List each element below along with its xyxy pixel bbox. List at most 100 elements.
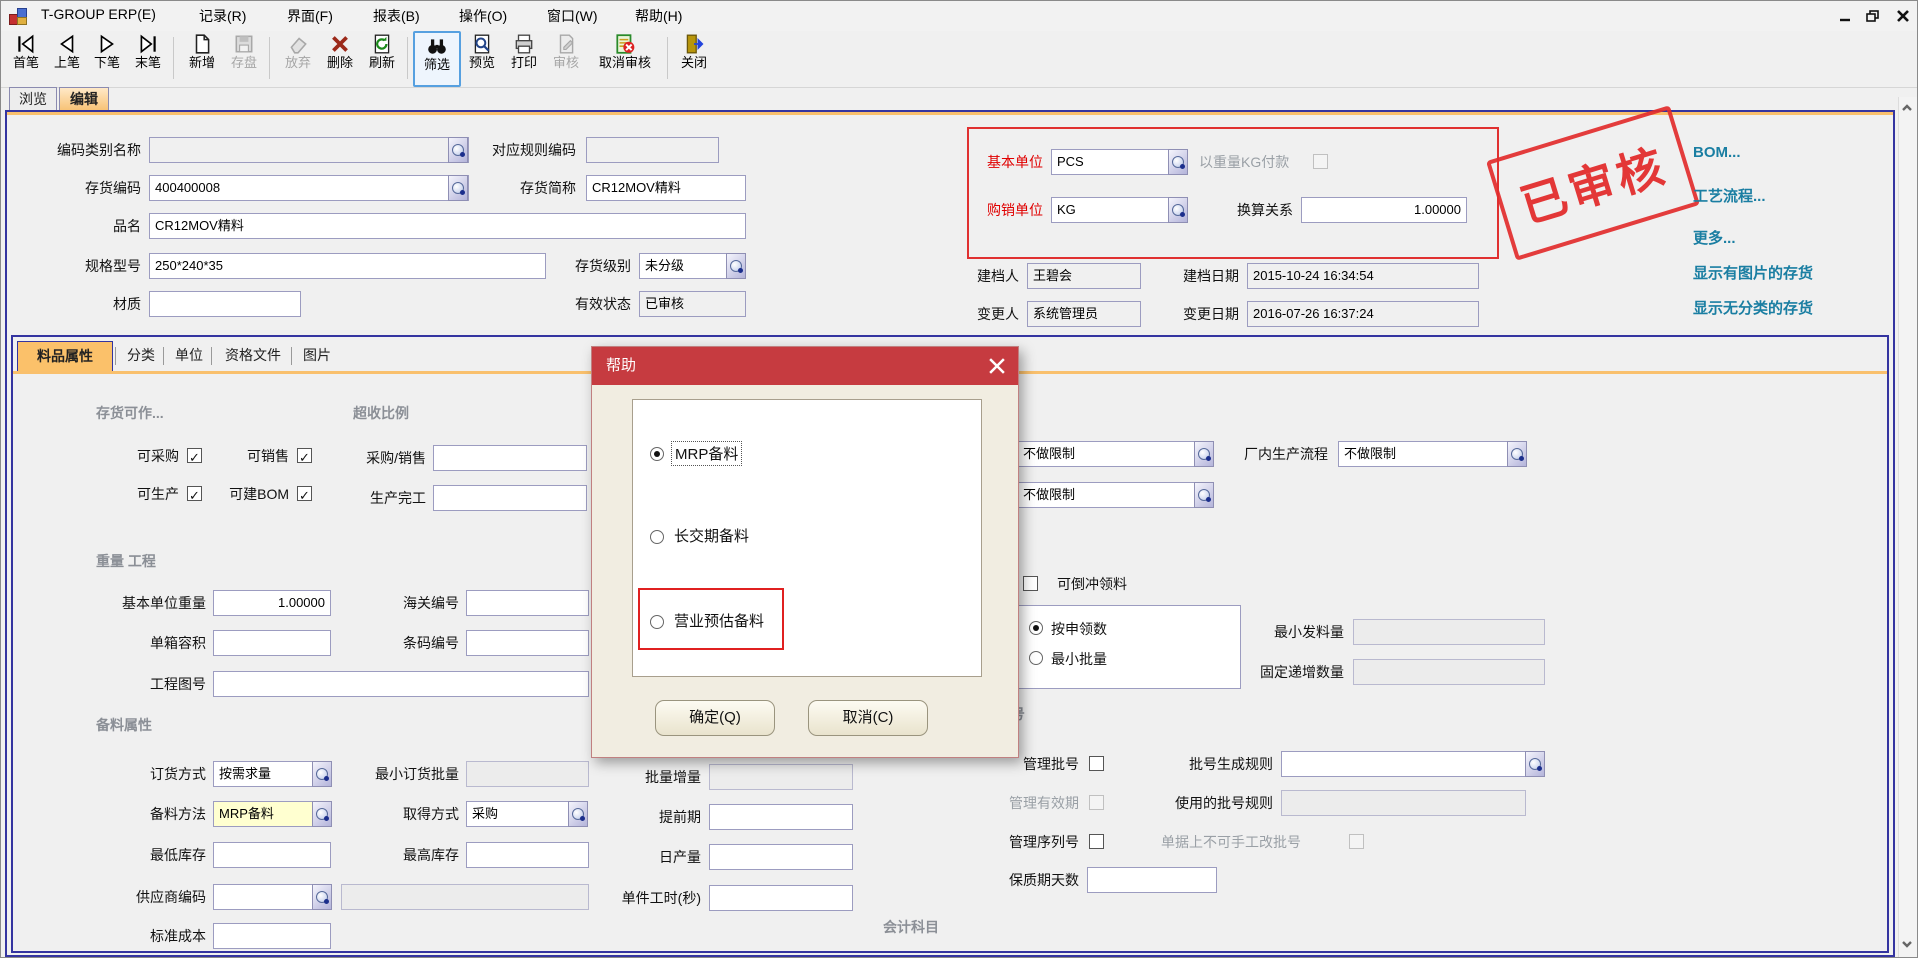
restore-button[interactable] bbox=[1865, 9, 1881, 23]
producible-checkbox[interactable] bbox=[187, 486, 202, 501]
lead-time-field[interactable] bbox=[709, 804, 853, 830]
rule-code-field[interactable] bbox=[586, 137, 719, 163]
scroll-down-button[interactable] bbox=[1900, 937, 1914, 951]
dialog-titlebar[interactable]: 帮助 bbox=[592, 347, 1018, 385]
item-abbr-field[interactable]: CR12MOV精料 bbox=[586, 175, 746, 201]
menu-report[interactable]: 报表(B) bbox=[373, 6, 420, 26]
drawing-no-field[interactable] bbox=[213, 671, 589, 697]
item-code-field[interactable]: 400400008 bbox=[149, 175, 469, 201]
link-show-with-image[interactable]: 显示有图片的存货 bbox=[1693, 262, 1813, 283]
toolbar-prev-button[interactable]: 上笔 bbox=[47, 33, 87, 83]
link-show-unclassified[interactable]: 显示无分类的存货 bbox=[1693, 297, 1813, 318]
tab-browse[interactable]: 浏览 bbox=[9, 87, 57, 111]
limit2-field[interactable]: 不做限制 bbox=[1017, 482, 1195, 508]
toolbar-last-button[interactable]: 末笔 bbox=[127, 33, 169, 83]
batch-rule-lookup-button[interactable] bbox=[1525, 751, 1545, 777]
trade-unit-field[interactable]: KG bbox=[1051, 197, 1169, 223]
acquire-mode-lookup-button[interactable] bbox=[568, 801, 588, 827]
subtab-qualification[interactable]: 资格文件 bbox=[215, 341, 291, 371]
menu-help[interactable]: 帮助(H) bbox=[635, 6, 682, 26]
backflush-checkbox[interactable] bbox=[1023, 576, 1038, 591]
purchasable-checkbox[interactable] bbox=[187, 448, 202, 463]
manage-batch-checkbox[interactable] bbox=[1089, 756, 1104, 771]
order-mode-lookup-button[interactable] bbox=[312, 761, 332, 787]
prep-method-lookup-button[interactable] bbox=[312, 801, 332, 827]
bomable-checkbox[interactable] bbox=[297, 486, 312, 501]
by-request-radio[interactable] bbox=[1029, 621, 1043, 635]
base-unit-lookup-button[interactable] bbox=[1168, 149, 1188, 175]
link-more[interactable]: 更多... bbox=[1693, 227, 1736, 248]
level-field[interactable]: 未分级 bbox=[639, 253, 727, 279]
scroll-up-button[interactable] bbox=[1900, 101, 1914, 115]
prep-method-field[interactable]: MRP备料 bbox=[213, 801, 313, 827]
toolbar-first-button[interactable]: 首笔 bbox=[5, 33, 47, 83]
link-process-flow[interactable]: 工艺流程... bbox=[1693, 185, 1766, 206]
code-category-lookup-button[interactable] bbox=[448, 137, 468, 163]
dialog-ok-button[interactable]: 确定(Q) bbox=[655, 700, 775, 736]
conversion-field[interactable]: 1.00000 bbox=[1301, 197, 1467, 223]
sellable-checkbox[interactable] bbox=[297, 448, 312, 463]
order-mode-field[interactable]: 按需求量 bbox=[213, 761, 313, 787]
option-mrp-radio[interactable] bbox=[650, 447, 664, 461]
toolbar-filter-button[interactable]: 筛选 bbox=[413, 31, 461, 87]
option-mrp-label[interactable]: MRP备料 bbox=[672, 442, 741, 465]
supplier-lookup-button[interactable] bbox=[312, 884, 332, 910]
toolbar-delete-button[interactable]: 删除 bbox=[319, 33, 361, 83]
dialog-close-button[interactable] bbox=[986, 355, 1008, 377]
batch-rule-field[interactable] bbox=[1281, 751, 1526, 777]
toolbar-cancel-audit-button[interactable]: 取消审核 bbox=[587, 33, 663, 83]
subtab-item-attributes[interactable]: 料品属性 bbox=[17, 341, 113, 371]
min-stock-field[interactable] bbox=[213, 842, 331, 868]
max-stock-field[interactable] bbox=[466, 842, 589, 868]
vertical-scrollbar[interactable] bbox=[1898, 97, 1917, 957]
minimize-button[interactable] bbox=[1837, 9, 1853, 23]
std-cost-field[interactable] bbox=[213, 923, 331, 949]
menu-action[interactable]: 操作(O) bbox=[459, 6, 507, 26]
customs-code-field[interactable] bbox=[466, 590, 589, 616]
tab-edit[interactable]: 编辑 bbox=[59, 87, 109, 111]
factory-flow-field[interactable]: 不做限制 bbox=[1338, 441, 1508, 467]
toolbar-refresh-button[interactable]: 刷新 bbox=[361, 33, 403, 83]
menu-window[interactable]: 窗口(W) bbox=[547, 6, 598, 26]
subtab-image[interactable]: 图片 bbox=[295, 341, 339, 371]
toolbar-next-button[interactable]: 下笔 bbox=[87, 33, 127, 83]
level-lookup-button[interactable] bbox=[726, 253, 746, 279]
limit2-lookup-button[interactable] bbox=[1194, 482, 1214, 508]
toolbar-close-button[interactable]: 关闭 bbox=[673, 33, 715, 83]
dialog-cancel-button[interactable]: 取消(C) bbox=[808, 700, 928, 736]
toolbar-preview-button[interactable]: 预览 bbox=[461, 33, 503, 83]
item-code-lookup-button[interactable] bbox=[448, 175, 468, 201]
option-long-lead-label[interactable]: 长交期备料 bbox=[674, 525, 749, 546]
limit1-lookup-button[interactable] bbox=[1194, 441, 1214, 467]
code-category-field[interactable] bbox=[149, 137, 469, 163]
menu-view[interactable]: 界面(F) bbox=[287, 6, 333, 26]
supplier-code-field[interactable] bbox=[213, 884, 313, 910]
menu-record[interactable]: 记录(R) bbox=[199, 6, 246, 26]
daily-output-field[interactable] bbox=[709, 844, 853, 870]
manage-serial-checkbox[interactable] bbox=[1089, 834, 1104, 849]
toolbar-print-button[interactable]: 打印 bbox=[503, 33, 545, 83]
base-unit-field[interactable]: PCS bbox=[1051, 149, 1169, 175]
unit-time-field[interactable] bbox=[709, 885, 853, 911]
acquire-mode-field[interactable]: 采购 bbox=[466, 801, 569, 827]
close-window-button[interactable] bbox=[1895, 9, 1911, 23]
toolbar-new-button[interactable]: 新增 bbox=[181, 33, 223, 83]
menu-file[interactable]: T-GROUP ERP(E) bbox=[41, 6, 156, 22]
subtab-unit[interactable]: 单位 bbox=[167, 341, 211, 371]
over-production-field[interactable] bbox=[433, 485, 587, 511]
base-weight-field[interactable]: 1.00000 bbox=[213, 590, 331, 616]
limit1-field[interactable]: 不做限制 bbox=[1017, 441, 1195, 467]
subtab-classification[interactable]: 分类 bbox=[119, 341, 163, 371]
box-volume-field[interactable] bbox=[213, 630, 331, 656]
barcode-field[interactable] bbox=[466, 630, 589, 656]
material-field[interactable] bbox=[149, 291, 301, 317]
min-batch-radio[interactable] bbox=[1029, 651, 1043, 665]
item-name-field[interactable]: CR12MOV精料 bbox=[149, 213, 746, 239]
trade-unit-lookup-button[interactable] bbox=[1168, 197, 1188, 223]
factory-flow-lookup-button[interactable] bbox=[1507, 441, 1527, 467]
over-purchase-sale-field[interactable] bbox=[433, 445, 587, 471]
option-long-lead-radio[interactable] bbox=[650, 530, 664, 544]
spec-field[interactable]: 250*240*35 bbox=[149, 253, 546, 279]
shelf-days-field[interactable] bbox=[1087, 867, 1217, 893]
link-bom[interactable]: BOM... bbox=[1693, 144, 1741, 161]
